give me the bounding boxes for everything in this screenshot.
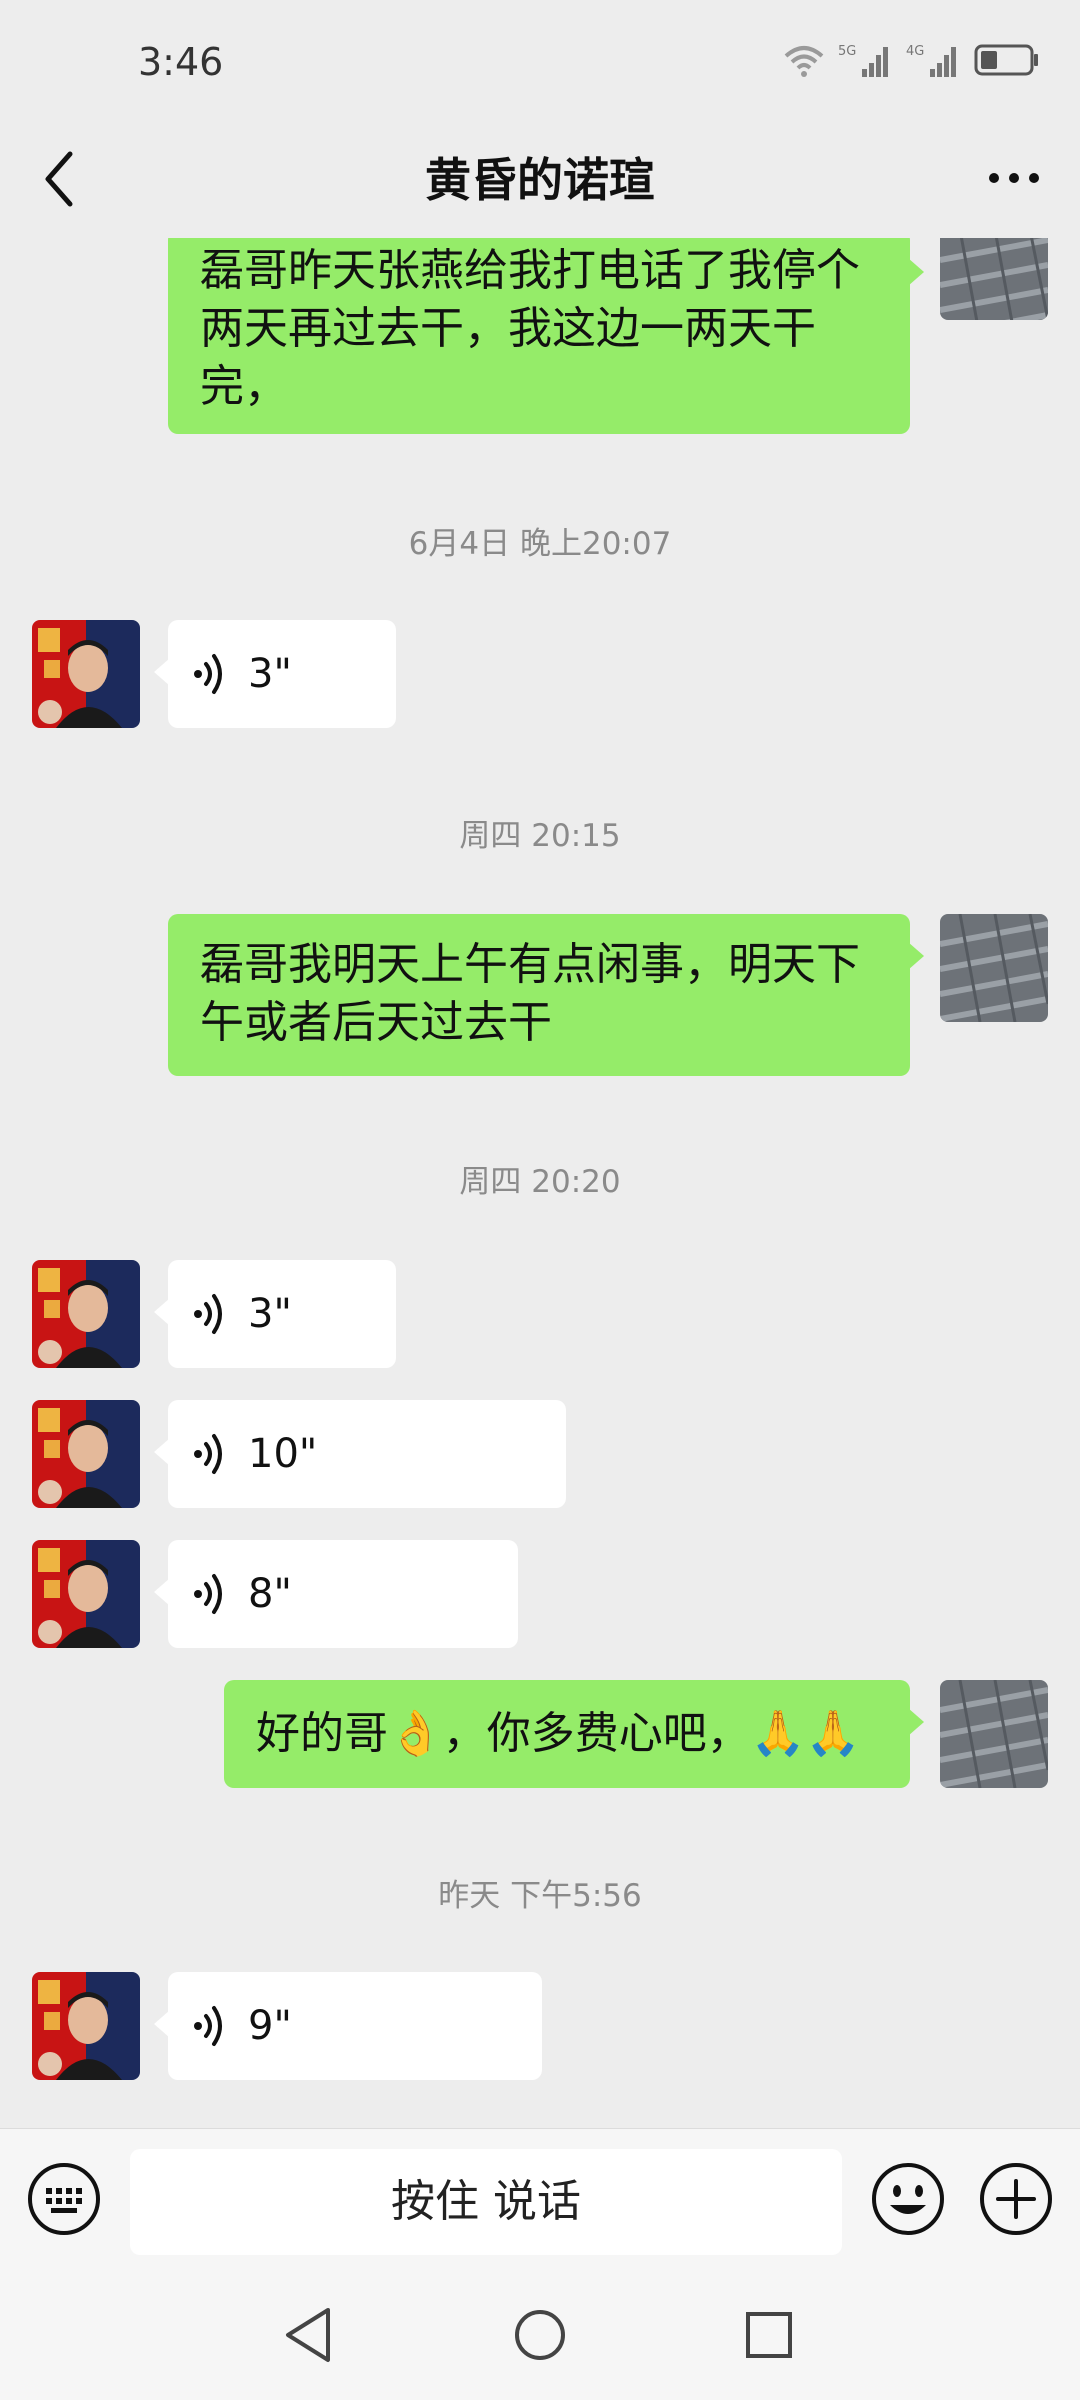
roof-photo-avatar-image bbox=[940, 1680, 1048, 1788]
battery-icon bbox=[974, 44, 1038, 76]
message-text: 好的哥 bbox=[256, 1708, 388, 1759]
signal-4g-icon: 4G bbox=[906, 44, 956, 77]
status-bar: 3:46 5G 4G bbox=[0, 0, 1080, 120]
voice-duration: 8" bbox=[248, 1571, 292, 1617]
my-avatar[interactable] bbox=[940, 238, 1048, 320]
timestamp: 周四 20:20 bbox=[459, 1164, 621, 1200]
status-icons: 5G 4G bbox=[782, 40, 1040, 80]
contact-avatar-image bbox=[32, 1260, 140, 1368]
message-line: 午或者后天过去干 bbox=[200, 997, 552, 1048]
my-avatar[interactable] bbox=[940, 914, 1048, 1022]
message-line: 磊哥昨天张燕给我打电话了我停个 bbox=[200, 245, 860, 296]
message-line: 完， bbox=[200, 361, 288, 412]
nav-home-icon[interactable] bbox=[505, 2300, 575, 2370]
contact-avatar[interactable] bbox=[32, 620, 140, 728]
sent-message[interactable]: 好的哥👌，你多费心吧，🙏🙏 bbox=[224, 1680, 924, 1788]
nav-back-icon[interactable] bbox=[274, 2300, 344, 2370]
chat-header: 黄昏的诺瑄 bbox=[0, 120, 1080, 238]
voice-duration: 10" bbox=[248, 1431, 318, 1477]
contact-avatar-image bbox=[32, 1972, 140, 2080]
voice-wave-icon bbox=[194, 2006, 222, 2046]
voice-duration: 3" bbox=[248, 1291, 292, 1337]
folded-hands-emoji: 🙏🙏 bbox=[750, 1708, 861, 1759]
contact-avatar-image bbox=[32, 1400, 140, 1508]
voice-wave-icon bbox=[194, 1434, 222, 1474]
chat-title: 黄昏的诺瑄 bbox=[425, 153, 655, 207]
message-line: 两天再过去干，我这边一两天干 bbox=[200, 303, 816, 354]
voice-message[interactable]: 10" bbox=[154, 1400, 566, 1508]
sent-message[interactable]: 磊哥昨天张燕给我打电话了我停个 两天再过去干，我这边一两天干 完， bbox=[168, 238, 924, 434]
system-nav-bar bbox=[0, 2270, 1080, 2400]
timestamp: 周四 20:15 bbox=[459, 818, 621, 854]
voice-wave-icon bbox=[194, 1574, 222, 1614]
voice-message[interactable]: 3" bbox=[154, 620, 396, 728]
signal-4g-label: 4G bbox=[906, 44, 924, 59]
status-time: 3:46 bbox=[138, 40, 224, 84]
input-bar: 按住 说话 bbox=[0, 2128, 1080, 2271]
voice-message[interactable]: 3" bbox=[154, 1260, 396, 1368]
contact-avatar[interactable] bbox=[32, 1972, 140, 2080]
my-avatar[interactable] bbox=[940, 1680, 1048, 1788]
contact-avatar-image bbox=[32, 620, 140, 728]
more-dots-icon[interactable] bbox=[986, 158, 1042, 198]
voice-duration: 3" bbox=[248, 651, 292, 697]
signal-5g-icon: 5G bbox=[838, 44, 888, 77]
nav-recents-icon[interactable] bbox=[734, 2300, 804, 2370]
contact-avatar[interactable] bbox=[32, 1260, 140, 1368]
timestamp: 昨天 下午5:56 bbox=[438, 1878, 642, 1914]
sent-message[interactable]: 磊哥我明天上午有点闲事，明天下 午或者后天过去干 bbox=[168, 914, 924, 1076]
message-list[interactable]: 磊哥昨天张燕给我打电话了我停个 两天再过去干，我这边一两天干 完， 6月4日 晚… bbox=[0, 238, 1080, 2128]
contact-avatar[interactable] bbox=[32, 1540, 140, 1648]
ok-hand-emoji: 👌 bbox=[388, 1708, 443, 1759]
hold-to-talk-button[interactable]: 按住 说话 bbox=[130, 2149, 842, 2255]
voice-wave-icon bbox=[194, 654, 222, 694]
message-text: ，你多费心吧， bbox=[442, 1708, 751, 1759]
roof-photo-avatar-image bbox=[940, 914, 1048, 1022]
voice-message[interactable]: 9" bbox=[154, 1972, 542, 2080]
timestamp: 6月4日 晚上20:07 bbox=[408, 526, 672, 562]
emoji-icon[interactable] bbox=[870, 2161, 946, 2237]
signal-5g-label: 5G bbox=[838, 44, 856, 59]
contact-avatar-image bbox=[32, 1540, 140, 1648]
roof-photo-avatar-image bbox=[940, 238, 1048, 320]
contact-avatar[interactable] bbox=[32, 1400, 140, 1508]
message-line: 磊哥我明天上午有点闲事，明天下 bbox=[200, 939, 860, 990]
wifi-icon bbox=[784, 46, 824, 77]
voice-message[interactable]: 8" bbox=[154, 1540, 518, 1648]
voice-duration: 9" bbox=[248, 2003, 292, 2049]
voice-wave-icon bbox=[194, 1294, 222, 1334]
keyboard-icon[interactable] bbox=[26, 2161, 102, 2237]
plus-icon[interactable] bbox=[978, 2161, 1054, 2237]
